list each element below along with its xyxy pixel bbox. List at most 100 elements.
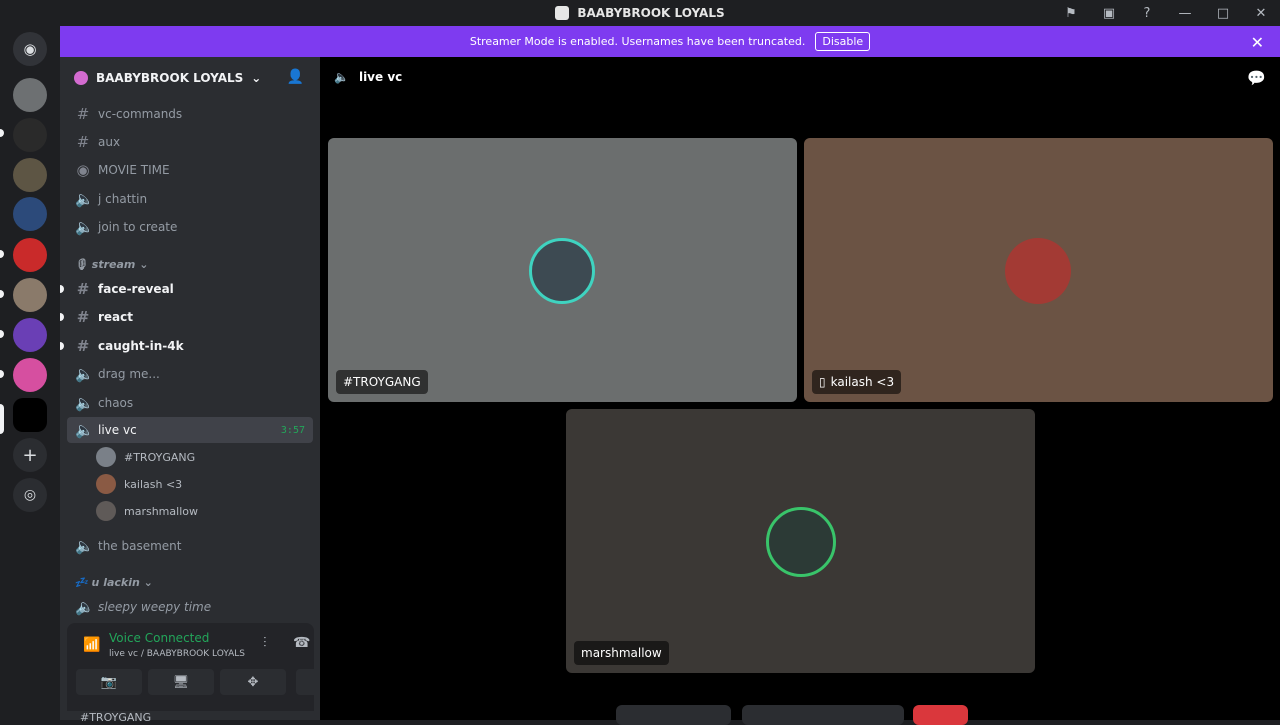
channel-label: chaos (98, 396, 134, 410)
voice-member[interactable]: kailash <3 (96, 473, 182, 495)
avatar (96, 474, 116, 494)
hash-icon: # (76, 308, 90, 326)
title-bar: BAABYBROOK LOYALS ⚑ ▣ ? — □ ✕ (0, 0, 1280, 26)
help-icon[interactable]: ? (1128, 0, 1166, 26)
disconnect-icon[interactable]: ☎ (293, 635, 310, 651)
member-name: kailash <3 (124, 477, 183, 491)
participant-name-text: marshmallow (581, 646, 662, 660)
hash-icon: # (76, 105, 90, 123)
channel-label: j chattin (98, 192, 148, 206)
channel-label: live vc (98, 423, 137, 437)
flag-icon[interactable]: ⚑ (1052, 0, 1090, 26)
category-u-lackin[interactable]: 💤 u lackin ⌄ (74, 576, 153, 589)
server-icon-1[interactable] (13, 78, 47, 112)
selected-pill (0, 404, 4, 434)
camera-button[interactable]: 📷 (76, 669, 142, 695)
hash-icon: # (76, 280, 90, 298)
category-stream[interactable]: 🎙 stream ⌄ (74, 258, 148, 271)
channel-label: sleepy weepy time (98, 600, 212, 614)
add-server-icon[interactable]: + (13, 438, 47, 472)
member-name: marshmallow (124, 504, 198, 518)
voice-status: Voice Connected (109, 631, 210, 645)
channel-caught-in-4k[interactable]: # caught-in-4k (60, 333, 313, 359)
channel-react[interactable]: # react (60, 304, 313, 330)
server-icon-5[interactable] (13, 238, 47, 272)
guild-header[interactable]: BAABYBROOK LOYALS ⌄ 👤 (60, 57, 320, 99)
channel-vc-commands[interactable]: # vc-commands (67, 101, 313, 127)
channel-live-vc[interactable]: 🔈 live vc 3:57 (67, 417, 313, 443)
unread-pill (0, 370, 4, 378)
camera-control[interactable] (742, 705, 904, 725)
voice-member[interactable]: marshmallow (96, 500, 198, 522)
participant-tile[interactable]: marshmallow (566, 409, 1035, 673)
participant-name-text: #TROYGANG (343, 375, 421, 389)
speaker-icon: 🔈 (75, 421, 94, 439)
channel-label: vc-commands (98, 107, 183, 121)
channel-chaos[interactable]: 🔈 chaos (67, 390, 313, 416)
channel-face-reveal[interactable]: # face-reveal (60, 276, 313, 302)
unread-pill (60, 342, 64, 350)
mic-control[interactable] (616, 705, 731, 725)
share-screen-button[interactable]: 🖥 (148, 669, 214, 695)
channel-movie-time[interactable]: ◉ MOVIE TIME (67, 157, 313, 183)
member-name: #TROYGANG (124, 450, 196, 464)
server-icon-3[interactable] (13, 158, 47, 192)
explore-icon[interactable]: ◎ (13, 478, 47, 512)
guild-icon (74, 71, 88, 85)
channel-label: drag me... (98, 367, 160, 381)
participant-name-text: kailash <3 (830, 375, 895, 389)
channel-sidebar: BAABYBROOK LOYALS ⌄ 👤 # vc-commands # aux … (60, 57, 362, 721)
server-icon-7[interactable] (13, 318, 47, 352)
participant-tile[interactable]: ▯ kailash <3 (804, 138, 1273, 402)
category-label: stream (91, 258, 136, 271)
voice-member[interactable]: #TROYGANG (96, 446, 195, 468)
stage-icon: ◉ (76, 161, 90, 179)
minimize-button[interactable]: — (1166, 0, 1204, 26)
unread-pill (60, 285, 64, 293)
chat-icon[interactable]: 💬 (1247, 69, 1266, 87)
speaker-icon: 🔈 (75, 394, 94, 412)
unread-pill (0, 290, 4, 298)
chevron-down-icon: ⌄ (251, 71, 262, 85)
channel-join-to-create[interactable]: 🔈 join to create (67, 214, 313, 240)
header-channel-name: live vc (358, 70, 403, 84)
invite-icon[interactable]: 👤 (287, 69, 304, 85)
maximize-button[interactable]: □ (1204, 0, 1242, 26)
channel-drag-me[interactable]: 🔈 drag me... (67, 361, 313, 387)
server-icon-6[interactable] (13, 278, 47, 312)
participant-tile[interactable]: #TROYGANG (328, 138, 797, 402)
disable-button[interactable]: Disable (815, 32, 871, 51)
channel-sleepy-weepy-time[interactable]: 🔈 sleepy weepy time (67, 594, 313, 620)
server-icon-2[interactable] (13, 118, 47, 152)
voice-location: live vc / BAABYBROOK LOYALS (109, 649, 245, 659)
noise-suppression-icon[interactable]: ⫶ (263, 635, 267, 651)
channel-label: face-reveal (98, 282, 174, 296)
channel-j-chattin[interactable]: 🔈 j chattin (67, 186, 313, 212)
leave-call-button[interactable] (913, 705, 968, 725)
channel-label: join to create (98, 220, 178, 234)
hash-icon: # (76, 337, 90, 355)
mobile-icon: ▯ (819, 375, 826, 389)
unread-pill (0, 250, 4, 258)
activities-button[interactable]: ✥ (220, 669, 286, 695)
speaker-icon: 🔈 (75, 365, 94, 383)
channel-aux[interactable]: # aux (67, 129, 313, 155)
server-icon-baabybrook[interactable] (13, 398, 47, 432)
close-icon[interactable]: ✕ (1251, 33, 1264, 52)
avatar (96, 447, 116, 467)
server-icon-8[interactable] (13, 358, 47, 392)
voice-panel: 📶 Voice Connected live vc / BAABYBROOK L… (67, 623, 362, 711)
close-window-button[interactable]: ✕ (1242, 0, 1280, 26)
participant-name: marshmallow (574, 641, 669, 665)
voice-stage: 🔈 live vc 💬 #TROYGANG ▯ kailash <3 marshm… (320, 57, 1280, 725)
server-icon (555, 6, 570, 20)
banner-message: Streamer Mode is enabled. Usernames have… (469, 35, 806, 48)
avatar (766, 507, 836, 577)
channel-the-basement[interactable]: 🔈 the basement (67, 533, 313, 559)
screen-share-icon[interactable]: ▣ (1090, 0, 1128, 26)
discord-home-icon[interactable]: ◉ (13, 32, 47, 66)
unread-pill (60, 313, 64, 321)
server-icon-4[interactable] (13, 197, 47, 231)
participant-name: ▯ kailash <3 (812, 370, 902, 394)
channel-label: react (98, 310, 134, 324)
